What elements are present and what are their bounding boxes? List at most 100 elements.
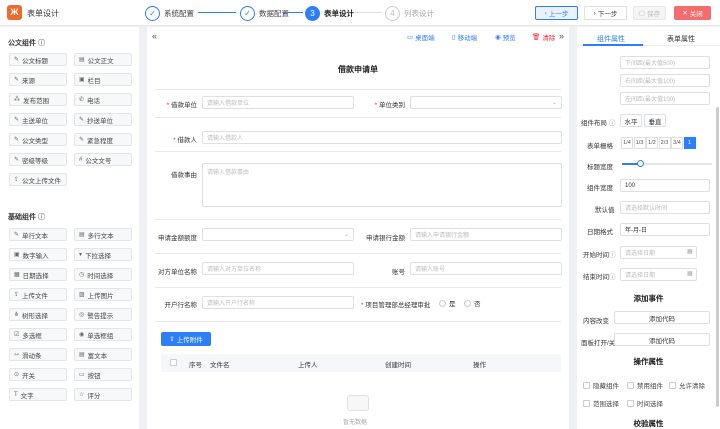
basic-component-14[interactable]: ⊙ 开关	[9, 368, 67, 381]
help-icon: ⓘ	[37, 214, 45, 221]
basic-component-7[interactable]: ▨ 上传图片	[74, 288, 132, 301]
grid-option-3[interactable]: 2/3	[658, 137, 671, 149]
margin-right-input[interactable]: 右间距(最大值100)	[620, 74, 710, 87]
approve-no-radio[interactable]: 否	[464, 298, 481, 308]
help-icon: ⓘ	[608, 120, 616, 127]
margin-bottom-input[interactable]: 下间距(最大值500)	[620, 56, 710, 69]
public-component-10[interactable]: ✎ 密级等级	[9, 153, 67, 166]
basic-component-10[interactable]: ☑ 多选框	[9, 328, 67, 341]
hide-component-checkbox[interactable]: 隐藏组件	[583, 380, 619, 390]
basic-component-2[interactable]: ▣ 数字输入	[9, 248, 67, 261]
basic-component-13[interactable]: ▤ 富文本	[74, 348, 132, 361]
borrow-reason-textarea[interactable]: 请输入借款事由	[202, 163, 562, 207]
public-component-0[interactable]: ✎ 公文标题	[9, 53, 67, 66]
public-component-4[interactable]: ⁂ 发布范围	[9, 93, 67, 106]
public-component-9[interactable]: ✎ 紧急程度	[74, 133, 132, 146]
select-all-checkbox[interactable]	[170, 359, 177, 366]
grid-option-4[interactable]: 3/4	[671, 137, 683, 149]
next-step-button[interactable]: › 下一步	[584, 6, 627, 20]
grid-option-2[interactable]: 1/2	[646, 137, 658, 149]
basic-component-6[interactable]: ⇪ 上传文件	[9, 288, 67, 301]
step-system-config[interactable]: ✓ 系统配置	[145, 4, 194, 22]
bank-amount-input[interactable]: 请输入申请银行金额	[410, 228, 562, 241]
close-button[interactable]: ✕ 关闭	[674, 6, 711, 20]
field-label: * 借款单位	[166, 102, 197, 109]
layout-horizontal-button[interactable]: 水平	[620, 114, 642, 127]
component-label: 公文正文	[87, 57, 114, 65]
public-component-5[interactable]: ✆ 电话	[74, 93, 132, 106]
bank-name-input[interactable]: 请输入开户行名称	[202, 296, 354, 309]
account-input[interactable]: 请输入账号	[410, 262, 562, 275]
basic-component-17[interactable]: ☆ 评分	[74, 388, 132, 401]
component-label: 按钮	[87, 372, 101, 380]
basic-component-5[interactable]: ◷ 时间选择	[74, 268, 132, 281]
component-sidebar: 公文组件 ⓘ ✎ 公文标题 ▤ 公文正文 ✎ 来源 ▣ 栏目 ⁂ 发布范围 ✆ 电话 ✎ 主送单位 ✎ 抄送单…	[0, 27, 139, 429]
clear-button[interactable]: 🗑 清除	[532, 32, 555, 42]
radio-icon	[439, 299, 446, 307]
component-width-input[interactable]: 100	[620, 179, 710, 192]
preview-button[interactable]: ◉ 预览	[495, 32, 516, 42]
basic-component-0[interactable]: ✎ 单行文本	[9, 228, 67, 241]
title-width-slider[interactable]	[622, 160, 712, 167]
collapse-left-icon[interactable]: «	[152, 31, 157, 41]
grid-option-0[interactable]: 1/4	[621, 137, 633, 149]
collapse-right-icon[interactable]: »	[559, 31, 564, 41]
start-time-input[interactable]: 请选择日期	[620, 246, 697, 259]
unit-type-select[interactable]: ⌄	[410, 96, 562, 109]
public-component-6[interactable]: ✎ 主送单位	[9, 113, 67, 126]
calendar-icon: ▦	[687, 249, 693, 255]
basic-component-3[interactable]: ▾ 下拉选择	[74, 248, 132, 261]
public-component-8[interactable]: ✎ 公文类型	[9, 133, 67, 146]
end-time-input[interactable]: 请选择日期	[620, 268, 697, 281]
grid-option-1[interactable]: 1/3	[633, 137, 646, 149]
public-component-7[interactable]: ✎ 抄送单位	[74, 113, 132, 126]
mobile-view-button[interactable]: ▯ 移动端	[452, 32, 477, 42]
layout-vertical-button[interactable]: 垂直	[644, 114, 666, 127]
basic-component-4[interactable]: ▦ 日期选择	[9, 268, 67, 281]
tab-component-props[interactable]: 组件属性	[597, 34, 625, 44]
prev-step-button[interactable]: ‹ 上一步	[535, 6, 578, 20]
range-select-checkbox[interactable]: 范围选择	[583, 398, 619, 408]
basic-component-16[interactable]: T 文字	[9, 388, 67, 401]
borrower-input[interactable]: 请输入借款人	[202, 131, 562, 144]
basic-component-15[interactable]: ▭ 按钮	[74, 368, 132, 381]
basic-components-heading: 基础组件 ⓘ	[8, 214, 45, 221]
approve-yes-radio[interactable]: 是	[439, 298, 456, 308]
allow-clear-checkbox[interactable]: 允许清除	[669, 380, 705, 390]
step-data-config[interactable]: ✓ 数据配置	[240, 4, 289, 22]
step-label: 列表设计	[404, 8, 434, 18]
margin-left-input[interactable]: 左间距(最大值100)	[620, 92, 710, 105]
component-label: 紧急程度	[87, 137, 114, 145]
public-component-11[interactable]: # 公文文号	[74, 153, 132, 166]
save-button[interactable]: ▢ 保存	[633, 6, 666, 20]
public-component-2[interactable]: ✎ 来源	[9, 73, 67, 86]
borrow-unit-input[interactable]: 请输入借款单位	[202, 96, 354, 109]
basic-component-1[interactable]: ▤ 多行文本	[74, 228, 132, 241]
slider-handle[interactable]	[637, 160, 644, 167]
basic-component-11[interactable]: ◉ 单选框组	[74, 328, 132, 341]
grid-option-5[interactable]: 1	[683, 137, 696, 149]
public-component-12[interactable]: ⇪ 公文上传文件	[9, 173, 67, 186]
upload-attachment-button[interactable]: ⇪ 上传附件	[161, 332, 211, 346]
component-icon: ✎	[14, 77, 20, 83]
time-select-checkbox[interactable]: 时间选择	[627, 398, 663, 408]
counterparty-input[interactable]: 请输入对方单位名称	[202, 262, 354, 275]
step-form-design[interactable]: 3 表单设计	[305, 4, 354, 22]
add-code-button-change[interactable]: 添加代码	[614, 311, 710, 324]
basic-component-12[interactable]: ⇿ 滑动条	[9, 348, 67, 361]
step-list-design[interactable]: 4 列表设计	[385, 4, 434, 22]
basic-component-8[interactable]: ⋔ 树形选择	[9, 308, 67, 321]
desktop-view-button[interactable]: ▭ 桌面端	[407, 32, 435, 42]
date-format-select[interactable]: 年-月-日	[620, 223, 710, 236]
field-label: 表单栅格	[587, 143, 613, 150]
disable-component-checkbox[interactable]: 禁用组件	[627, 380, 663, 390]
basic-component-9[interactable]: ◎ 警告提示	[74, 308, 132, 321]
public-component-1[interactable]: ▤ 公文正文	[74, 53, 132, 66]
add-code-button-panel[interactable]: 添加代码	[614, 333, 710, 346]
default-value-input[interactable]: 请选择默认时间	[620, 201, 710, 214]
public-component-3[interactable]: ▣ 栏目	[74, 73, 132, 86]
tab-form-props[interactable]: 表单属性	[667, 34, 695, 44]
form-canvas: « » ▭ 桌面端 ▯ 移动端 ◉ 预览 🗑 清除 借款申请单 * 借款单位 请输入借款…	[147, 27, 569, 429]
field-label: * 单位类别	[374, 102, 405, 109]
amount-select[interactable]: ⌄	[202, 228, 354, 241]
